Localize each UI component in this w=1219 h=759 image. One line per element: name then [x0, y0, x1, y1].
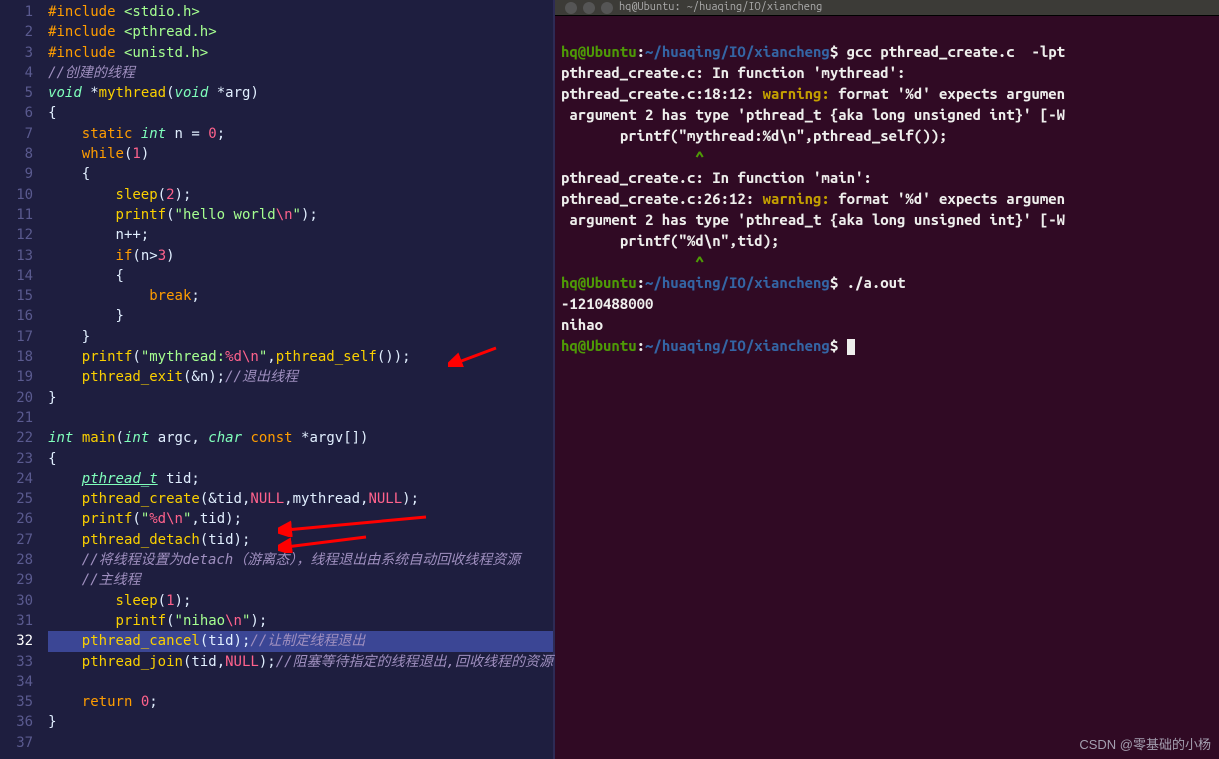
window-title: hq@Ubuntu: ~/huaqing/IO/xiancheng [619, 0, 822, 18]
line-number: 29 [0, 570, 33, 590]
line-number: 36 [0, 712, 33, 732]
line-number: 7 [0, 124, 33, 144]
code-line[interactable]: //创建的线程 [48, 63, 553, 83]
terminal-body[interactable]: hq@Ubuntu:~/huaqing/IO/xiancheng$ gcc pt… [555, 16, 1219, 360]
line-number: 16 [0, 306, 33, 326]
code-line[interactable]: sleep(2); [48, 185, 553, 205]
code-line[interactable]: pthread_create(&tid,NULL,mythread,NULL); [48, 489, 553, 509]
line-number: 17 [0, 327, 33, 347]
terminal-output: nihao [561, 316, 603, 333]
line-number: 8 [0, 144, 33, 164]
code-line[interactable]: void *mythread(void *arg) [48, 83, 553, 103]
line-number: 21 [0, 408, 33, 428]
line-number: 31 [0, 611, 33, 631]
line-number: 20 [0, 388, 33, 408]
cursor-icon [847, 339, 855, 355]
code-line[interactable]: } [48, 388, 553, 408]
code-line[interactable] [48, 408, 553, 428]
watermark: CSDN @零基础的小杨 [1079, 734, 1211, 753]
code-line[interactable]: printf("hello world\n"); [48, 205, 553, 225]
code-line[interactable]: //主线程 [48, 570, 553, 590]
code-line[interactable]: pthread_exit(&n);//退出线程 [48, 367, 553, 387]
line-number: 35 [0, 692, 33, 712]
code-line[interactable]: if(n>3) [48, 246, 553, 266]
code-line[interactable]: #include <pthread.h> [48, 22, 553, 42]
code-line[interactable]: return 0; [48, 692, 553, 712]
terminal-header: hq@Ubuntu: ~/huaqing/IO/xiancheng [555, 0, 1219, 16]
line-number: 30 [0, 591, 33, 611]
terminal-command: gcc pthread_create.c -lpt [847, 43, 1065, 60]
code-area[interactable]: #include <stdio.h>#include <pthread.h>#i… [48, 0, 553, 759]
line-number: 25 [0, 489, 33, 509]
code-line[interactable] [48, 733, 553, 753]
editor-pane: 1234567891011121314151617181920212223242… [0, 0, 553, 759]
line-number: 2 [0, 22, 33, 42]
code-line[interactable]: pthread_detach(tid); [48, 530, 553, 550]
code-line[interactable]: { [48, 103, 553, 123]
close-icon[interactable] [565, 2, 577, 14]
line-number: 9 [0, 164, 33, 184]
maximize-icon[interactable] [601, 2, 613, 14]
line-number: 23 [0, 449, 33, 469]
code-line[interactable]: printf("mythread:%d\n",pthread_self()); [48, 347, 553, 367]
code-line[interactable]: static int n = 0; [48, 124, 553, 144]
line-number: 18 [0, 347, 33, 367]
code-line[interactable]: pthread_cancel(tid);//让制定线程退出 [48, 631, 553, 651]
caret-indicator: ^ [561, 253, 704, 270]
code-line[interactable]: n++; [48, 225, 553, 245]
line-number: 12 [0, 225, 33, 245]
code-line[interactable]: pthread_t tid; [48, 469, 553, 489]
line-number: 37 [0, 733, 33, 753]
line-number: 14 [0, 266, 33, 286]
code-line[interactable]: printf("nihao\n"); [48, 611, 553, 631]
line-number: 3 [0, 43, 33, 63]
gutter: 1234567891011121314151617181920212223242… [0, 0, 48, 759]
caret-indicator: ^ [561, 148, 704, 165]
code-line[interactable]: #include <stdio.h> [48, 2, 553, 22]
code-line[interactable]: { [48, 164, 553, 184]
line-number: 22 [0, 428, 33, 448]
code-line[interactable]: break; [48, 286, 553, 306]
code-line[interactable]: } [48, 327, 553, 347]
line-number: 4 [0, 63, 33, 83]
line-number: 32 [0, 631, 33, 651]
code-line[interactable]: { [48, 266, 553, 286]
code-line[interactable]: while(1) [48, 144, 553, 164]
line-number: 13 [0, 246, 33, 266]
prompt-user: hq@Ubuntu [561, 43, 637, 60]
terminal-pane[interactable]: hq@Ubuntu: ~/huaqing/IO/xiancheng hq@Ubu… [555, 0, 1219, 759]
minimize-icon[interactable] [583, 2, 595, 14]
line-number: 10 [0, 185, 33, 205]
line-number: 19 [0, 367, 33, 387]
line-number: 1 [0, 2, 33, 22]
code-line[interactable] [48, 672, 553, 692]
prompt-path: ~/huaqing/IO/xiancheng [645, 43, 830, 60]
code-line[interactable]: #include <unistd.h> [48, 43, 553, 63]
code-line[interactable]: sleep(1); [48, 591, 553, 611]
code-line[interactable]: } [48, 712, 553, 732]
code-line[interactable]: pthread_join(tid,NULL);//阻塞等待指定的线程退出,回收线… [48, 652, 553, 672]
line-number: 33 [0, 652, 33, 672]
code-line[interactable]: { [48, 449, 553, 469]
line-number: 24 [0, 469, 33, 489]
line-number: 6 [0, 103, 33, 123]
code-line[interactable]: printf("%d\n",tid); [48, 509, 553, 529]
code-line[interactable]: //将线程设置为detach（游离态），线程退出由系统自动回收线程资源 [48, 550, 553, 570]
line-number: 27 [0, 530, 33, 550]
warning-label: warning: [763, 85, 830, 102]
code-line[interactable]: int main(int argc, char const *argv[]) [48, 428, 553, 448]
line-number: 34 [0, 672, 33, 692]
terminal-command: ./a.out [847, 274, 906, 291]
terminal-output: -1210488000 [561, 295, 653, 312]
line-number: 5 [0, 83, 33, 103]
line-number: 28 [0, 550, 33, 570]
code-line[interactable]: } [48, 306, 553, 326]
line-number: 11 [0, 205, 33, 225]
line-number: 26 [0, 509, 33, 529]
line-number: 15 [0, 286, 33, 306]
